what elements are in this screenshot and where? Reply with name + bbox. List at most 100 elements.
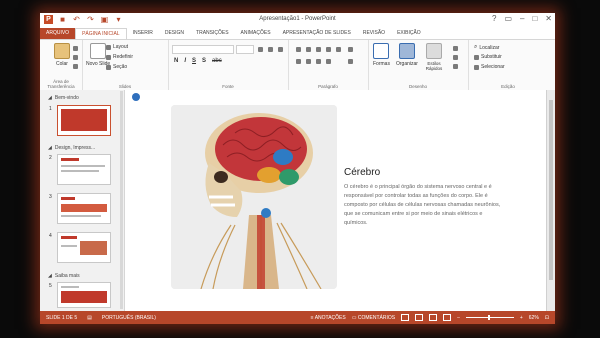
- slide-number: 3: [49, 194, 52, 200]
- columns-icon[interactable]: [336, 47, 341, 52]
- close-icon[interactable]: ✕: [545, 14, 552, 23]
- slide-sorter-icon[interactable]: [415, 314, 424, 321]
- find-label: Localizar: [479, 44, 500, 51]
- spell-check-icon[interactable]: ▤: [87, 315, 92, 321]
- shrink-font-icon[interactable]: [268, 47, 273, 52]
- tab-insert[interactable]: INSERIR: [127, 28, 159, 39]
- zoom-in-icon[interactable]: +: [520, 315, 523, 321]
- thumb-block: [61, 204, 107, 212]
- slides-group-label: Slides: [118, 84, 132, 89]
- tab-review[interactable]: REVISÃO: [357, 28, 391, 39]
- slide-thumbnail-3[interactable]: [57, 193, 111, 224]
- zoom-slider[interactable]: [465, 315, 514, 320]
- notes-button[interactable]: ≡ ANOTAÇÕES: [311, 315, 346, 321]
- bullets-icon[interactable]: [296, 47, 301, 52]
- clear-format-icon[interactable]: [278, 47, 283, 52]
- section-header-learn-more[interactable]: ◢ Saiba mais: [48, 273, 80, 279]
- smartart-icon[interactable]: [348, 59, 353, 64]
- slide-canvas[interactable]: Cérebro O cérebro é o principal órgão do…: [125, 90, 547, 311]
- slide-number: 5: [49, 283, 52, 289]
- layout-button[interactable]: Layout: [106, 44, 128, 50]
- slide-body-text[interactable]: O cérebro é o principal órgão do sistema…: [344, 183, 504, 228]
- reading-view-icon[interactable]: [429, 314, 438, 321]
- find-icon: ⌕: [474, 44, 478, 50]
- slide-editor: Cérebro O cérebro é o principal órgão do…: [125, 90, 555, 311]
- shadow-button[interactable]: S: [202, 58, 206, 64]
- clipboard-group-label: Área de Transferência: [47, 79, 75, 89]
- underline-button[interactable]: S: [192, 58, 196, 64]
- comments-button[interactable]: ▭ COMENTÁRIOS: [352, 315, 395, 321]
- section-header-design[interactable]: ◢ Design, Impress...: [48, 145, 95, 151]
- shape-fill-icon[interactable]: [453, 46, 458, 51]
- indent-icon[interactable]: [316, 47, 321, 52]
- slideshow-view-icon[interactable]: [443, 314, 452, 321]
- reset-button[interactable]: Redefinir: [106, 54, 133, 60]
- collapse-arrow-icon: ◢: [48, 95, 52, 101]
- justify-icon[interactable]: [326, 59, 331, 64]
- thumbnails-scrollbar[interactable]: [120, 91, 123, 309]
- slide-thumbnail-1[interactable]: [57, 105, 111, 136]
- editor-scrollbar[interactable]: [546, 90, 555, 311]
- font-size-select[interactable]: [236, 45, 254, 54]
- slide-thumbnails-pane: ◢ Bem-vindo 1 ◢ Design, Impress... 2 3 4 ◢…: [40, 90, 125, 311]
- numbering-icon[interactable]: [306, 47, 311, 52]
- quick-styles-button[interactable]: Estilos Rápidos: [422, 43, 446, 71]
- paste-button[interactable]: Colar: [54, 43, 70, 67]
- normal-view-icon[interactable]: [401, 314, 410, 321]
- grow-font-icon[interactable]: [258, 47, 263, 52]
- font-family-select[interactable]: [172, 45, 234, 54]
- align-right-icon[interactable]: [316, 59, 321, 64]
- tab-file[interactable]: ARQUIVO: [40, 28, 76, 39]
- align-center-icon[interactable]: [306, 59, 311, 64]
- tab-slide-show[interactable]: APRESENTAÇÃO DE SLIDES: [277, 28, 357, 39]
- anatomy-image[interactable]: [171, 105, 337, 289]
- line-spacing-icon[interactable]: [326, 47, 331, 52]
- bold-button[interactable]: N: [174, 58, 178, 64]
- select-button[interactable]: Selecionar: [474, 64, 505, 70]
- ribbon-tabs: ARQUIVO PÁGINA INICIAL INSERIR DESIGN TR…: [40, 28, 555, 39]
- reset-label: Redefinir: [113, 54, 134, 60]
- clipboard-group: Colar Área de Transferência: [40, 40, 83, 90]
- section-button[interactable]: Seção: [106, 64, 127, 70]
- tab-design[interactable]: DESIGN: [159, 28, 190, 39]
- align-left-icon[interactable]: [296, 59, 301, 64]
- cut-icon[interactable]: [73, 46, 78, 51]
- minimize-icon[interactable]: –: [520, 14, 524, 23]
- language-indicator[interactable]: PORTUGUÊS (BRASIL): [102, 315, 156, 321]
- italic-button[interactable]: I: [184, 58, 186, 64]
- thumb-block: [61, 291, 107, 303]
- replace-button[interactable]: Substituir: [474, 54, 502, 60]
- shape-outline-icon[interactable]: [453, 55, 458, 60]
- copy-icon[interactable]: [73, 55, 78, 60]
- arrange-label: Organizar: [396, 61, 418, 67]
- zoom-out-icon[interactable]: –: [457, 315, 460, 321]
- shapes-button[interactable]: Formas: [373, 43, 390, 67]
- slide-thumbnail-5[interactable]: [57, 282, 111, 308]
- slide-thumbnail-2[interactable]: [57, 154, 111, 185]
- fit-slide-icon[interactable]: ⊡: [545, 315, 549, 321]
- zoom-level[interactable]: 62%: [529, 315, 539, 321]
- paste-icon: [54, 43, 70, 59]
- ribbon-display-icon[interactable]: ▭: [504, 14, 512, 23]
- window-controls: ? ▭ – □ ✕: [492, 14, 552, 23]
- find-button[interactable]: ⌕ Localizar: [474, 44, 499, 51]
- scrollbar-thumb[interactable]: [549, 100, 553, 280]
- strikethrough-button[interactable]: abc: [212, 58, 222, 64]
- arrange-button[interactable]: Organizar: [396, 43, 418, 67]
- tab-transitions[interactable]: TRANSIÇÕES: [190, 28, 235, 39]
- text-direction-icon[interactable]: [348, 47, 353, 52]
- format-painter-icon[interactable]: [73, 64, 78, 69]
- tab-home[interactable]: PÁGINA INICIAL: [75, 28, 127, 39]
- zoom-slider-knob[interactable]: [487, 315, 490, 320]
- slide-heading[interactable]: Cérebro: [344, 167, 380, 178]
- thumb-line: [61, 165, 105, 167]
- shape-effects-icon[interactable]: [453, 64, 458, 69]
- slide-thumbnail-4[interactable]: [57, 232, 111, 263]
- help-icon[interactable]: ?: [492, 14, 496, 23]
- tab-animations[interactable]: ANIMAÇÕES: [235, 28, 277, 39]
- tab-view[interactable]: EXIBIÇÃO: [391, 28, 427, 39]
- globe-icon: [132, 93, 140, 101]
- section-header-welcome[interactable]: ◢ Bem-vindo: [48, 95, 79, 101]
- select-label: Selecionar: [481, 64, 505, 70]
- maximize-icon[interactable]: □: [532, 14, 537, 23]
